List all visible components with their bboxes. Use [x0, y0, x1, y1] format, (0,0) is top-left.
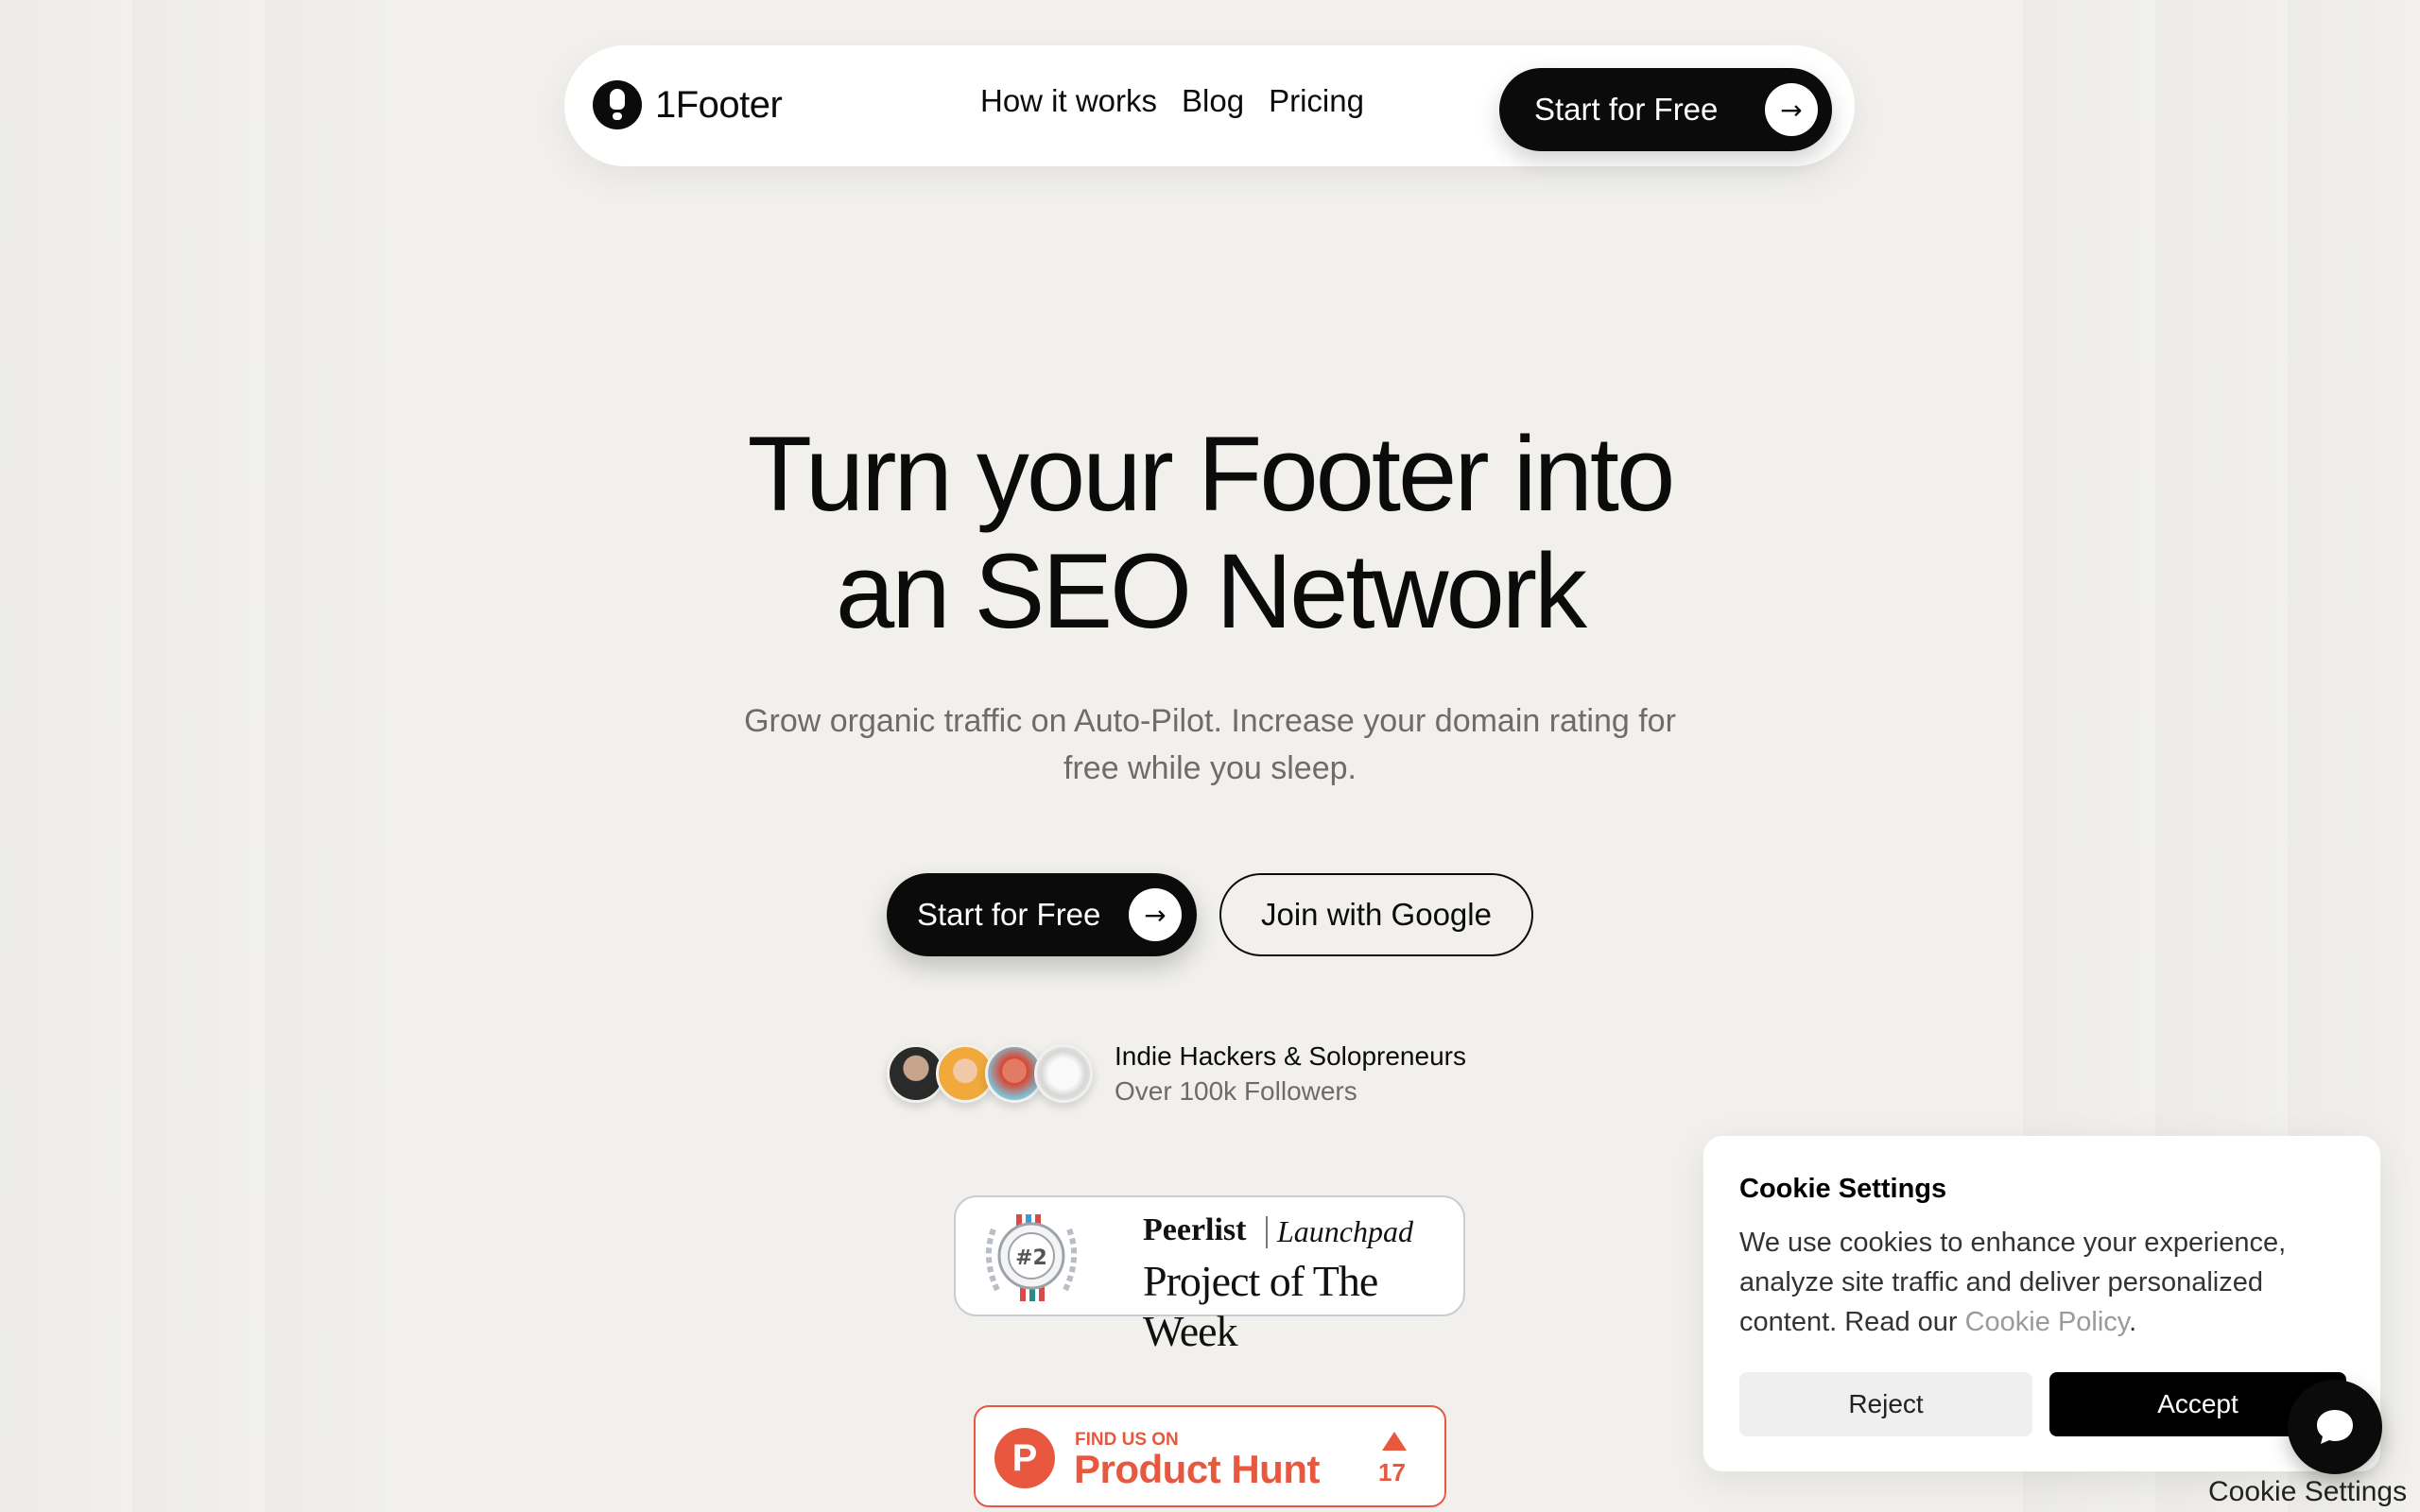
top-navbar: 1Footer How it works Blog Pricing Start …	[564, 45, 1855, 166]
cookie-settings-link[interactable]: Cookie Settings	[2208, 1476, 2407, 1508]
avatar	[1034, 1044, 1093, 1103]
start-for-free-button[interactable]: Start for Free →	[887, 873, 1197, 956]
reject-cookies-button[interactable]: Reject	[1739, 1372, 2032, 1436]
cookie-banner: Cookie Settings We use cookies to enhanc…	[1703, 1136, 2380, 1471]
nav-cta-label: Start for Free	[1534, 92, 1719, 127]
product-hunt-badge[interactable]: P FIND US ON Product Hunt 17	[974, 1405, 1446, 1507]
divider	[1266, 1216, 1268, 1248]
cookie-banner-text: We use cookies to enhance your experienc…	[1739, 1223, 2344, 1342]
start-for-free-label: Start for Free	[917, 897, 1101, 932]
join-with-google-button[interactable]: Join with Google	[1219, 873, 1533, 956]
cookie-banner-title: Cookie Settings	[1739, 1174, 1947, 1204]
nav-link-how-it-works[interactable]: How it works	[980, 83, 1157, 119]
arrow-right-icon: →	[1765, 83, 1818, 136]
peerlist-brand: Peerlist	[1143, 1212, 1247, 1247]
footprint-logo-icon	[593, 80, 642, 129]
hero-subtitle-line2: free while you sleep.	[1063, 750, 1357, 786]
logo-text: 1Footer	[655, 83, 783, 126]
cookie-text-end: .	[2129, 1307, 2137, 1337]
peerlist-tag: Launchpad	[1277, 1214, 1413, 1248]
hero-title: Turn your Footer into an SEO Network	[0, 416, 2420, 650]
join-with-google-label: Join with Google	[1261, 897, 1492, 932]
arrow-right-icon: →	[1129, 888, 1182, 941]
nav-links: How it works Blog Pricing	[980, 83, 1364, 119]
nav-link-blog[interactable]: Blog	[1182, 83, 1244, 119]
product-hunt-logo-icon: P	[994, 1428, 1055, 1488]
peerlist-rank: #2	[1015, 1246, 1047, 1270]
social-proof-title: Indie Hackers & Solopreneurs	[1115, 1041, 1466, 1071]
product-hunt-name: Product Hunt	[1074, 1447, 1320, 1491]
hero-subtitle: Grow organic traffic on Auto-Pilot. Incr…	[700, 697, 1720, 792]
upvote-count: 17	[1378, 1458, 1406, 1486]
upvote-triangle-icon	[1382, 1432, 1407, 1451]
avatar-group	[887, 1044, 1095, 1105]
hero-title-line1: Turn your Footer into	[747, 415, 1676, 533]
nav-start-for-free-button[interactable]: Start for Free →	[1499, 68, 1832, 151]
hero-subtitle-line1: Grow organic traffic on Auto-Pilot. Incr…	[744, 703, 1676, 739]
social-proof-subtitle: Over 100k Followers	[1115, 1076, 1357, 1106]
chat-button[interactable]	[2288, 1380, 2382, 1474]
peerlist-badge[interactable]: #2 Peerlist Launchpad Project of The Wee…	[954, 1195, 1465, 1355]
chat-bubble-icon	[2317, 1410, 2353, 1444]
hero-title-line2: an SEO Network	[835, 532, 1587, 650]
peerlist-subtitle: Project of The Week	[1143, 1257, 1378, 1355]
cookie-policy-link[interactable]: Cookie Policy	[1965, 1307, 2130, 1337]
logo[interactable]: 1Footer	[593, 80, 783, 129]
nav-link-pricing[interactable]: Pricing	[1269, 83, 1364, 119]
laurel-medal-icon: #2	[985, 1214, 1078, 1301]
